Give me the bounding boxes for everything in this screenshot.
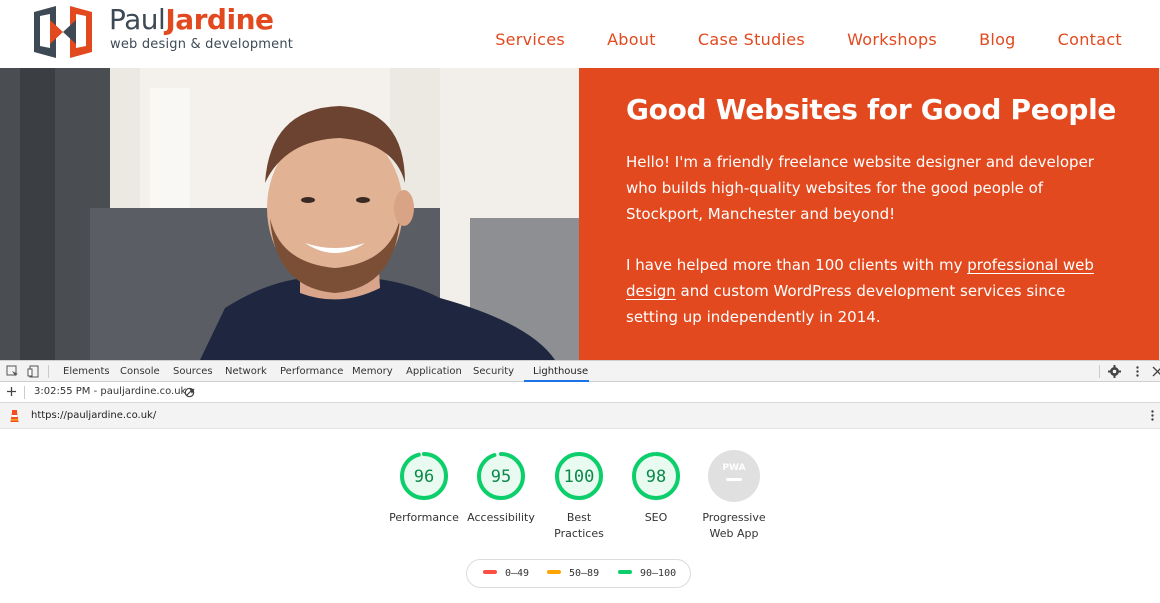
score-gauge-ring: 100: [555, 452, 603, 500]
hero-intro: Hello! I'm a friendly freelance website …: [626, 153, 1094, 223]
lighthouse-report: 96 Performance 95 Accessibility 100 Best…: [0, 429, 1160, 603]
gauge-label: Progressive Web App: [686, 510, 782, 542]
legend-item-fail: 0–49: [483, 568, 529, 579]
nav-about[interactable]: About: [607, 30, 656, 49]
nav-blog[interactable]: Blog: [979, 30, 1016, 49]
legend-swatch-orange: [547, 570, 561, 574]
tab-memory[interactable]: Memory: [352, 366, 393, 377]
new-report-icon[interactable]: [5, 385, 18, 398]
device-toolbar-icon[interactable]: [27, 365, 40, 378]
gauge-label-line2: Web App: [709, 527, 759, 540]
lighthouse-url-bar: https://pauljardine.co.uk/: [0, 403, 1160, 429]
logo-first-name: Paul: [109, 3, 166, 36]
nav-contact[interactable]: Contact: [1058, 30, 1122, 49]
hero-panel: Good Websites for Good People Hello! I'm…: [579, 68, 1159, 360]
score-value: 100: [564, 467, 595, 487]
nav-case-studies[interactable]: Case Studies: [698, 30, 805, 49]
toolbar-divider: [48, 365, 49, 378]
tab-elements[interactable]: Elements: [63, 366, 110, 377]
clear-reports-icon[interactable]: [183, 386, 196, 399]
score-value: 98: [646, 467, 666, 487]
settings-gear-icon[interactable]: [1108, 365, 1121, 378]
tab-performance[interactable]: Performance: [280, 366, 343, 377]
hero-experience-end: and custom WordPress development service…: [626, 282, 1066, 326]
report-selector-label: 3:02:55 PM - pauljardine.co.uk: [34, 386, 187, 397]
more-options-icon[interactable]: [1131, 365, 1144, 378]
score-gauge-ring: 98: [632, 452, 680, 500]
main-nav: Services About Case Studies Workshops Bl…: [453, 30, 1122, 49]
gauge-pwa[interactable]: PWA Progressive Web App: [686, 450, 782, 542]
nav-workshops[interactable]: Workshops: [847, 30, 937, 49]
tab-security[interactable]: Security: [473, 366, 514, 377]
site-tagline: web design & development: [110, 37, 294, 52]
score-value: 95: [491, 467, 511, 487]
score-value: 96: [414, 467, 434, 487]
inspect-element-icon[interactable]: [6, 365, 19, 378]
logo-icon[interactable]: [34, 6, 92, 58]
hero-title: Good Websites for Good People: [626, 93, 1117, 126]
legend-swatch-green: [618, 570, 632, 574]
tab-sources[interactable]: Sources: [173, 366, 213, 377]
legend-item-average: 50–89: [547, 568, 599, 579]
pwa-badge-text: PWA: [722, 463, 745, 473]
legend-range: 90–100: [640, 568, 677, 579]
tab-application[interactable]: Application: [406, 366, 462, 377]
close-devtools-icon[interactable]: [1151, 365, 1160, 378]
devtools-tab-bar: Elements Console Sources Network Perform…: [0, 360, 1160, 382]
tab-network[interactable]: Network: [225, 366, 267, 377]
lighthouse-toolbar: 3:02:55 PM - pauljardine.co.uk ▾: [0, 382, 1160, 403]
nav-services[interactable]: Services: [495, 30, 565, 49]
tab-console[interactable]: Console: [120, 366, 160, 377]
audited-url[interactable]: https://pauljardine.co.uk/: [31, 410, 156, 421]
legend-item-pass: 90–100: [618, 568, 676, 579]
legend-range: 0–49: [505, 568, 530, 579]
legend-swatch-red: [483, 570, 497, 574]
report-menu-icon[interactable]: [1146, 409, 1159, 422]
toolbar-divider: [24, 386, 25, 399]
tab-lighthouse[interactable]: Lighthouse: [533, 366, 588, 377]
hero-photo: [0, 68, 579, 360]
pwa-badge-icon: PWA: [708, 450, 760, 502]
hero-experience: I have helped more than 100 clients with…: [626, 252, 1116, 330]
site-header: PaulJardine web design & development Ser…: [0, 0, 1160, 68]
gauge-label-line2: Practices: [554, 527, 604, 540]
lighthouse-icon: [8, 409, 21, 422]
gauge-label-line1: Best: [566, 511, 592, 524]
score-gauge-ring: 96: [400, 452, 448, 500]
score-scale-legend: 0–49 50–89 90–100: [466, 559, 691, 588]
report-selector[interactable]: 3:02:55 PM - pauljardine.co.uk ▾: [34, 386, 195, 397]
toolbar-divider: [1099, 365, 1100, 378]
score-gauge-ring: 95: [477, 452, 525, 500]
hero-experience-start: I have helped more than 100 clients with…: [626, 256, 968, 274]
logo-last-name: Jardine: [165, 3, 274, 36]
site-logo-text[interactable]: PaulJardine: [109, 2, 274, 38]
legend-range: 50–89: [569, 568, 600, 579]
gauge-label-line1: Progressive: [702, 511, 766, 524]
